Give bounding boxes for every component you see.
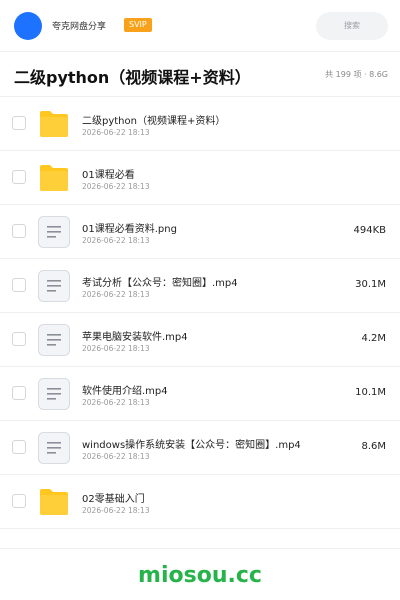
file-name: 02零基础入门 [82,494,145,505]
top-bar: 夸克网盘分享 SVIP 搜索 [0,0,400,52]
document-icon [38,216,70,248]
file-date: 2026-06-22 18:13 [82,344,150,353]
file-name: 考试分析【公众号：密知圈】.mp4 [82,278,238,289]
file-date: 2026-06-22 18:13 [82,452,150,461]
select-checkbox[interactable] [12,278,26,292]
file-size: 494KB [353,225,386,236]
select-checkbox[interactable] [12,332,26,346]
folder-icon [39,164,71,196]
file-name: 01课程必看 [82,170,135,181]
avatar[interactable] [14,12,42,40]
page-title: 二级python（视频课程+资料） [14,68,251,87]
file-row[interactable]: 软件使用介绍.mp4 2026-06-22 18:13 10.1M [0,367,400,421]
select-checkbox[interactable] [12,386,26,400]
file-row[interactable]: 01课程必看 2026-06-22 18:13 [0,151,400,205]
file-size: 30.1M [355,279,386,290]
file-date: 2026-06-22 18:13 [82,236,150,245]
watermark: miosou.cc [138,563,262,588]
file-date: 2026-06-22 18:13 [82,128,150,137]
document-icon [38,270,70,302]
file-size: 4.2M [361,333,386,344]
file-name: 二级python（视频课程+资料） [82,116,226,127]
file-row[interactable]: 苹果电脑安装软件.mp4 2026-06-22 18:13 4.2M [0,313,400,367]
select-checkbox[interactable] [12,440,26,454]
document-icon [38,378,70,410]
file-row[interactable]: 01课程必看资料.png 2026-06-22 18:13 494KB [0,205,400,259]
document-icon [38,432,70,464]
document-icon [38,324,70,356]
file-name: 01课程必看资料.png [82,224,177,235]
select-checkbox[interactable] [12,224,26,238]
file-date: 2026-06-22 18:13 [82,290,150,299]
username: 夸克网盘分享 [52,22,107,32]
folder-summary: 共 199 项 · 8.6G [325,70,388,79]
share-page: 夸克网盘分享 SVIP 搜索 二级python（视频课程+资料） 共 199 项… [0,0,400,600]
file-name: 苹果电脑安装软件.mp4 [82,332,188,343]
folder-icon [39,488,71,520]
file-name: 软件使用介绍.mp4 [82,386,168,397]
file-row[interactable]: 考试分析【公众号：密知圈】.mp4 2026-06-22 18:13 30.1M [0,259,400,313]
file-date: 2026-06-22 18:13 [82,182,150,191]
footer: miosou.cc [0,548,400,600]
search-button[interactable]: 搜索 [316,12,388,40]
file-date: 2026-06-22 18:13 [82,398,150,407]
file-size: 8.6M [361,441,386,452]
file-size: 10.1M [355,387,386,398]
select-checkbox[interactable] [12,170,26,184]
file-row[interactable]: 二级python（视频课程+资料） 2026-06-22 18:13 [0,97,400,151]
select-checkbox[interactable] [12,494,26,508]
file-name: windows操作系统安装【公众号：密知圈】.mp4 [82,440,301,451]
vip-badge: SVIP [124,18,152,32]
folder-icon [39,110,71,142]
file-row[interactable]: windows操作系统安装【公众号：密知圈】.mp4 2026-06-22 18:… [0,421,400,475]
file-row[interactable]: 02零基础入门 2026-06-22 18:13 [0,475,400,529]
file-list: 二级python（视频课程+资料） 2026-06-22 18:13 01课程必看 2… [0,97,400,529]
file-date: 2026-06-22 18:13 [82,506,150,515]
select-checkbox[interactable] [12,116,26,130]
